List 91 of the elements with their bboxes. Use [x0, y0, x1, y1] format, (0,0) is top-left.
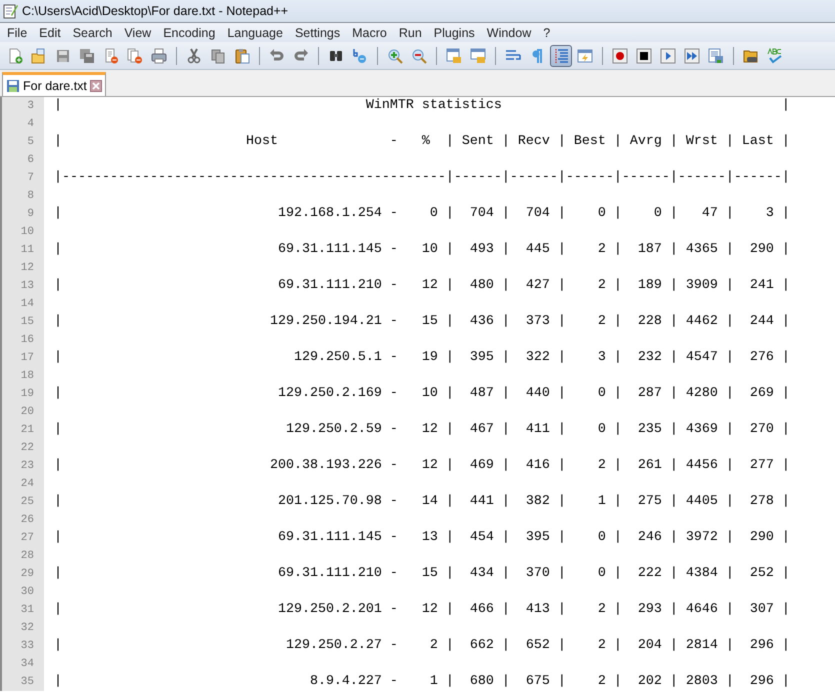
indent-guide-icon — [553, 48, 569, 64]
line-number: 30 — [2, 583, 44, 601]
line-number: 9 — [2, 205, 44, 223]
code-line: | 129.250.2.201 - 12 | 466 | 413 | 2 | 293 | 4646 | 307 | — [53, 601, 791, 619]
line-number: 22 — [2, 439, 44, 457]
replace-icon — [352, 48, 368, 64]
line-number: 23 — [2, 457, 44, 475]
line-number: 13 — [2, 277, 44, 295]
code-line: | 69.31.111.210 - 12 | 480 | 427 | 2 | 189 | 3909 | 241 | — [53, 277, 791, 295]
menu-item[interactable]: Run — [392, 26, 428, 40]
scissors-icon — [186, 48, 202, 64]
printer-icon — [151, 48, 167, 64]
code-line: | 129.250.2.169 - 10 | 487 | 440 | 0 | 287 | 4280 | 269 | — [53, 385, 791, 403]
menu-item[interactable]: Language — [221, 26, 289, 40]
zoom-out-icon — [411, 48, 427, 64]
menu-item[interactable]: Search — [66, 26, 118, 40]
menu-item[interactable]: Window — [480, 26, 538, 40]
line-number: 32 — [2, 619, 44, 637]
line-number: 29 — [2, 565, 44, 583]
line-number: 11 — [2, 241, 44, 259]
line-number: 31 — [2, 601, 44, 619]
code-line: | 8.9.4.227 - 1 | 680 | 675 | 2 | 202 | 2803 | 296 | — [53, 673, 791, 691]
zoom-in-icon — [387, 48, 403, 64]
fast-forward-icon — [684, 48, 700, 64]
code-line: |------------------------------------------------|------|------|------|------|------|------| — [53, 169, 791, 187]
menu-item[interactable]: Edit — [33, 26, 67, 40]
line-number: 34 — [2, 655, 44, 673]
line-number: 4 — [2, 115, 44, 133]
menu-item[interactable]: Plugins — [428, 26, 481, 40]
folder-document-icon — [31, 48, 47, 64]
line-number: 35 — [2, 673, 44, 691]
clipboard-icon — [234, 48, 250, 64]
code-line: | 69.31.111.210 - 15 | 434 | 370 | 0 | 222 | 4384 | 252 | — [53, 565, 791, 583]
line-number: 25 — [2, 493, 44, 511]
code-line: | Host - % | Sent | Recv | Best | Avrg | Wrst | Last | — [53, 133, 791, 151]
line-number: 26 — [2, 511, 44, 529]
indent-guide-button[interactable] — [550, 44, 572, 66]
file-tab[interactable]: For dare.txt — [2, 72, 106, 96]
code-line: | 69.31.111.145 - 10 | 493 | 445 | 2 | 187 | 4365 | 290 | — [53, 241, 791, 259]
code-line: | 129.250.5.1 - 19 | 395 | 322 | 3 | 232 | 4547 | 276 | — [53, 349, 791, 367]
code-line: | WinMTR statistics | — [53, 97, 791, 115]
notepad-icon — [3, 3, 18, 19]
line-number: 20 — [2, 403, 44, 421]
line-number: 19 — [2, 385, 44, 403]
line-number: 24 — [2, 475, 44, 493]
line-number: 10 — [2, 223, 44, 241]
menu-item[interactable]: ? — [537, 26, 556, 40]
menu-item[interactable]: View — [118, 26, 158, 40]
code-line: | 129.250.2.59 - 12 | 467 | 411 | 0 | 235 | 4369 | 270 | — [53, 421, 791, 439]
line-number: 18 — [2, 367, 44, 385]
save-icon — [6, 78, 20, 92]
folder-icon — [743, 48, 759, 64]
line-number: 15 — [2, 313, 44, 331]
code-line: | 129.250.194.21 - 15 | 436 | 373 | 2 | 228 | 4462 | 244 | — [53, 313, 791, 331]
line-number: 21 — [2, 421, 44, 439]
floppy-disks-icon — [79, 48, 95, 64]
code-line: | 69.31.111.145 - 13 | 454 | 395 | 0 | 246 | 3972 | 290 | — [53, 529, 791, 547]
menu-item[interactable]: Encoding — [157, 26, 222, 40]
code-line: | 201.125.70.98 - 14 | 441 | 382 | 1 | 275 | 4405 | 278 | — [53, 493, 791, 511]
line-number: 28 — [2, 547, 44, 565]
line-number: 8 — [2, 187, 44, 205]
line-number: 12 — [2, 259, 44, 277]
document-disk-icon — [708, 48, 724, 64]
code-line: | 129.250.2.27 - 2 | 662 | 652 | 2 | 204 | 2814 | 296 | — [53, 637, 791, 655]
new-document-icon — [7, 48, 23, 64]
stop-icon — [636, 48, 652, 64]
spell-check-icon — [767, 48, 783, 64]
code-line: | 192.168.1.254 - 0 | 704 | 704 | 0 | 0 | 47 | 3 | — [53, 205, 791, 223]
code-line: | 200.38.193.226 - 12 | 469 | 416 | 2 | 261 | 4456 | 277 | — [53, 457, 791, 475]
menu-item[interactable]: Macro — [346, 26, 393, 40]
line-number: 3 — [2, 97, 44, 115]
close-icon[interactable] — [90, 80, 102, 92]
window-title: C:\Users\Acid\Desktop\For dare.txt - Notepad++ — [22, 4, 288, 18]
line-number: 33 — [2, 637, 44, 655]
record-icon — [612, 48, 628, 64]
redo-icon — [293, 48, 309, 64]
line-number: 7 — [2, 169, 44, 187]
line-number: 16 — [2, 331, 44, 349]
line-number: 6 — [2, 151, 44, 169]
documents-minus-icon — [127, 48, 143, 64]
undo-icon — [269, 48, 285, 64]
line-number: 14 — [2, 295, 44, 313]
copy-icon — [210, 48, 226, 64]
menu-item[interactable]: File — [1, 26, 34, 40]
line-number: 27 — [2, 529, 44, 547]
play-icon — [660, 48, 676, 64]
line-number: 5 — [2, 133, 44, 151]
document-minus-icon — [103, 48, 119, 64]
menu-item[interactable]: Settings — [288, 26, 346, 40]
line-number: 17 — [2, 349, 44, 367]
window-lightning-icon — [577, 48, 593, 64]
